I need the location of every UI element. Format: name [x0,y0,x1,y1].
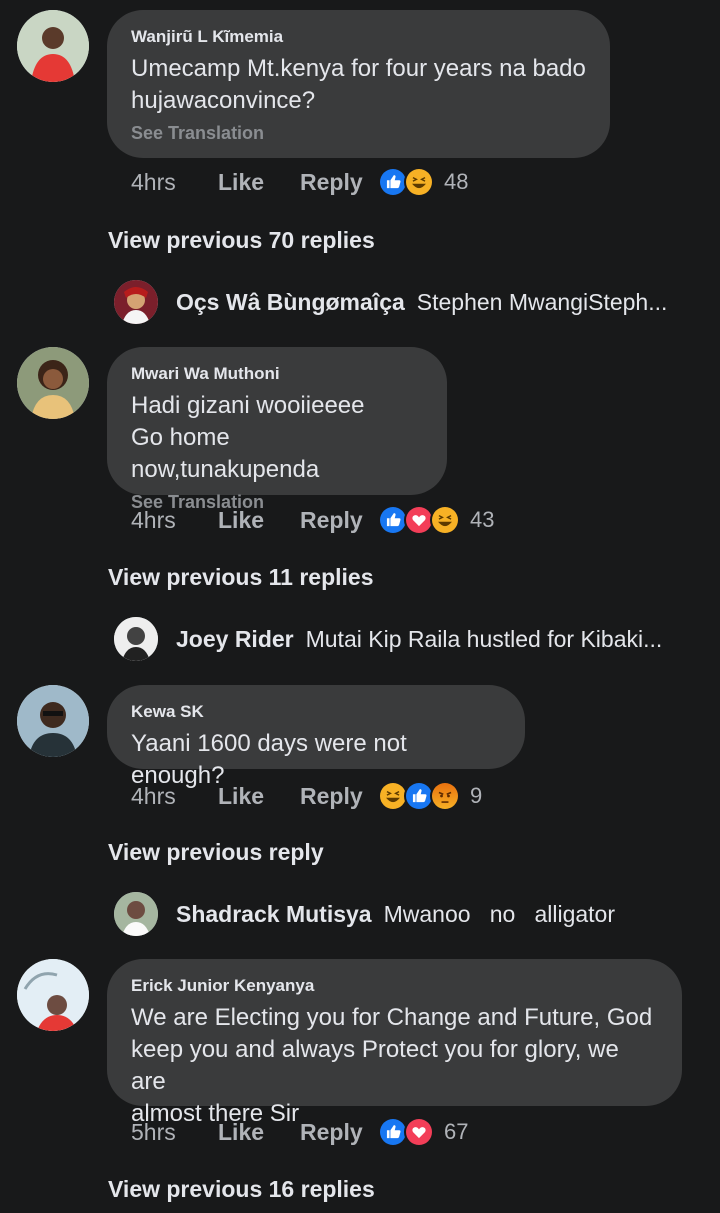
comment-actions: 5hrs Like Reply 67 [131,1115,468,1149]
comment-author[interactable]: Mwari Wa Muthoni [131,364,423,384]
view-previous-replies-link[interactable]: View previous reply [108,839,324,866]
comment-text-line: Hadi gizani wooiieeee [131,392,365,419]
comment-bubble[interactable]: Wanjirũ L Kĩmemia Umecamp Mt.kenya for f… [107,10,610,158]
comment-text-line: keep you and always Protect you for glor… [131,1036,619,1095]
avatar [114,892,158,936]
avatar[interactable] [17,10,89,82]
haha-reaction-icon [430,505,460,535]
avatar[interactable] [17,685,89,757]
comment-bubble[interactable]: Kewa SK Yaani 1600 days were not enough? [107,685,525,789]
reply-author[interactable]: Oçs Wâ Bùngømaîça [176,289,405,316]
view-previous-replies-link[interactable]: View previous 11 replies [108,564,374,591]
see-translation-link[interactable]: See Translation [131,121,586,145]
reply-text: Stephen MwangiSteph... [416,288,668,315]
avatar [114,280,158,324]
reaction-count: 67 [444,1119,469,1144]
comment-bubble[interactable]: Erick Junior Kenyanya We are Electing yo… [107,959,682,1127]
comment-actions: 4hrs Like Reply 48 [131,165,468,199]
haha-reaction-icon [404,167,434,197]
comment-author[interactable]: Wanjirũ L Kĩmemia [131,27,586,47]
reactions-summary[interactable]: 9 [378,781,482,811]
reply-button[interactable]: Reply [300,783,378,810]
comment-text-line: hujawaconvince? [131,87,316,114]
comment-text-line: Go home now,tunakupenda [131,424,320,483]
comment-text: Umecamp Mt.kenya for four years na bado … [131,53,586,117]
comment-time: 4hrs [131,168,176,195]
comment-text-line: We are Electing you for Change and Futur… [131,1004,653,1031]
reaction-count: 9 [470,783,483,808]
reaction-count: 43 [470,507,495,532]
reply-button[interactable]: Reply [300,1119,378,1146]
love-reaction-icon [404,1117,434,1147]
reaction-count: 48 [444,169,469,194]
reply-preview[interactable]: Joey Rider Mutai Kip Raila hustled for K… [114,616,694,662]
comment-author[interactable]: Kewa SK [131,702,501,722]
like-button[interactable]: Like [218,1119,300,1146]
comment-text: We are Electing you for Change and Futur… [131,1002,658,1130]
reactions-summary[interactable]: 48 [378,167,468,197]
comment-time: 5hrs [131,1118,176,1145]
comment-text-line: Umecamp Mt.kenya for four years na bado [131,55,586,82]
reply-button[interactable]: Reply [300,507,378,534]
like-button[interactable]: Like [218,783,300,810]
comment-time: 4hrs [131,506,176,533]
comment-actions: 4hrs Like Reply 9 [131,779,482,813]
comments-thread: Wanjirũ L Kĩmemia Umecamp Mt.kenya for f… [0,0,720,1213]
reply-button[interactable]: Reply [300,169,378,196]
view-previous-replies-link[interactable]: View previous 70 replies [108,227,375,254]
reply-preview[interactable]: Shadrack Mutisya Mwanoo no alligator [114,891,694,937]
like-button[interactable]: Like [218,169,300,196]
comment-bubble[interactable]: Mwari Wa Muthoni Hadi gizani wooiieeee G… [107,347,447,512]
angry-reaction-icon [430,781,460,811]
like-button[interactable]: Like [218,507,300,534]
comment-time: 4hrs [131,782,176,809]
reply-author[interactable]: Joey Rider [176,626,294,653]
comment-author[interactable]: Erick Junior Kenyanya [131,976,658,996]
reply-text: Mutai Kip Raila hustled for Kibaki... [305,625,663,652]
reply-text: Mwanoo no alligator [383,900,615,927]
reply-preview[interactable]: Oçs Wâ Bùngømaîça Stephen MwangiSteph... [114,279,694,325]
avatar[interactable] [17,959,89,1031]
reactions-summary[interactable]: 43 [378,505,494,535]
reactions-summary[interactable]: 67 [378,1117,468,1147]
comment-actions: 4hrs Like Reply 43 [131,503,494,537]
reply-author[interactable]: Shadrack Mutisya [176,901,372,928]
avatar [114,617,158,661]
comment-text: Hadi gizani wooiieeee Go home now,tunaku… [131,390,423,486]
avatar[interactable] [17,347,89,419]
view-previous-replies-link[interactable]: View previous 16 replies [108,1176,375,1203]
